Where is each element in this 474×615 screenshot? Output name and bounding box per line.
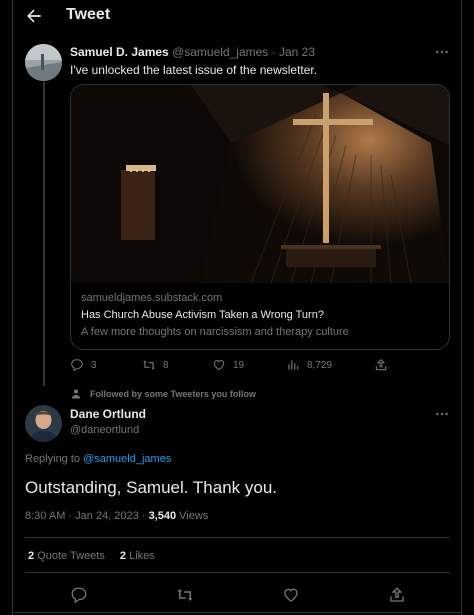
timestamp-separator: · [141, 510, 146, 522]
likes-count: 2 [119, 550, 127, 562]
timestamp-separator: · [68, 510, 73, 522]
parent-handle[interactable]: @samueld_james [172, 45, 268, 59]
like-icon [213, 360, 225, 371]
parent-date[interactable]: Jan 23 [279, 45, 315, 59]
person-icon [72, 389, 80, 399]
card-image [71, 85, 449, 283]
reply-button[interactable]: 3 [70, 358, 97, 372]
main-display-name[interactable]: Dane Ortlund [70, 407, 146, 421]
social-context-text: Followed by some Tweeters you follow [90, 389, 256, 399]
replying-to-handle[interactable]: @samueld_james [83, 453, 171, 465]
retweet-icon[interactable] [176, 586, 194, 604]
main-handle[interactable]: @daneortlund [70, 424, 146, 436]
share-icon [375, 359, 387, 371]
link-preview-card[interactable]: samueldjames.substack.com Has Church Abu… [70, 84, 450, 350]
views-total: 3,540 [148, 510, 177, 522]
retweet-count: 8 [163, 359, 169, 371]
main-tweet-text: Outstanding, Samuel. Thank you. [25, 478, 278, 497]
divider [12, 612, 462, 613]
parent-action-bar: 3 8 19 8,729 [70, 358, 450, 378]
card-description: A few more thoughts on narcissism and th… [81, 326, 349, 338]
quote-count: 2 [28, 550, 35, 562]
views-label: Views [179, 510, 209, 522]
retweet-button[interactable]: 8 [142, 358, 169, 372]
share-button[interactable] [374, 358, 395, 372]
share-icon[interactable] [388, 586, 406, 604]
card-text: samueldjames.substack.com Has Church Abu… [81, 292, 441, 343]
back-arrow-icon[interactable] [24, 6, 44, 26]
like-count: 19 [233, 359, 245, 371]
parent-tweet-meta: Samuel D. James @samueld_james · Jan 23 [70, 45, 315, 59]
parent-display-name[interactable]: Samuel D. James [70, 45, 169, 59]
reply-count: 3 [91, 359, 97, 371]
thread-connector-line [43, 82, 45, 386]
reply-icon [71, 359, 83, 372]
dane-avatar[interactable] [25, 405, 62, 442]
card-domain: samueldjames.substack.com [81, 292, 223, 304]
likes-label: Likes [129, 550, 155, 562]
quote-label: Quote Tweets [37, 550, 105, 562]
more-icon[interactable] [434, 406, 450, 422]
divider [25, 537, 450, 538]
tweet-header: Tweet [0, 0, 474, 34]
quote-tweets-link[interactable]: 2 Quote Tweets [28, 550, 108, 562]
main-tweet-author: Dane Ortlund @daneortlund [70, 407, 146, 436]
card-title: Has Church Abuse Activism Taken a Wrong … [81, 309, 324, 321]
replying-to: Replying to @samueld_james [25, 453, 171, 465]
more-icon[interactable] [434, 44, 450, 60]
views-button[interactable]: 8,729 [286, 358, 332, 372]
meta-separator: · [271, 45, 276, 59]
retweet-icon [143, 360, 155, 370]
samuel-avatar[interactable] [25, 44, 62, 81]
page-title: Tweet [66, 6, 111, 23]
likes-link[interactable]: 2 Likes [120, 550, 155, 562]
like-icon[interactable] [282, 586, 300, 604]
engagement-stats: 2 Quote Tweets 2 Likes [28, 550, 155, 562]
tweet-date[interactable]: Jan 24, 2023 [75, 510, 139, 522]
like-button[interactable]: 19 [212, 358, 244, 372]
tweet-timestamp-row: 8:30 AM · Jan 24, 2023 · 3,540 Views [25, 510, 208, 522]
parent-tweet-text: I've unlocked the latest issue of the ne… [70, 63, 318, 77]
replying-to-label: Replying to [25, 453, 81, 465]
divider [25, 572, 450, 573]
social-context: Followed by some Tweeters you follow [70, 388, 256, 400]
views-count: 8,729 [307, 359, 333, 371]
tweet-time[interactable]: 8:30 AM [25, 510, 65, 522]
views-icon [288, 360, 299, 370]
reply-icon[interactable] [70, 586, 88, 604]
